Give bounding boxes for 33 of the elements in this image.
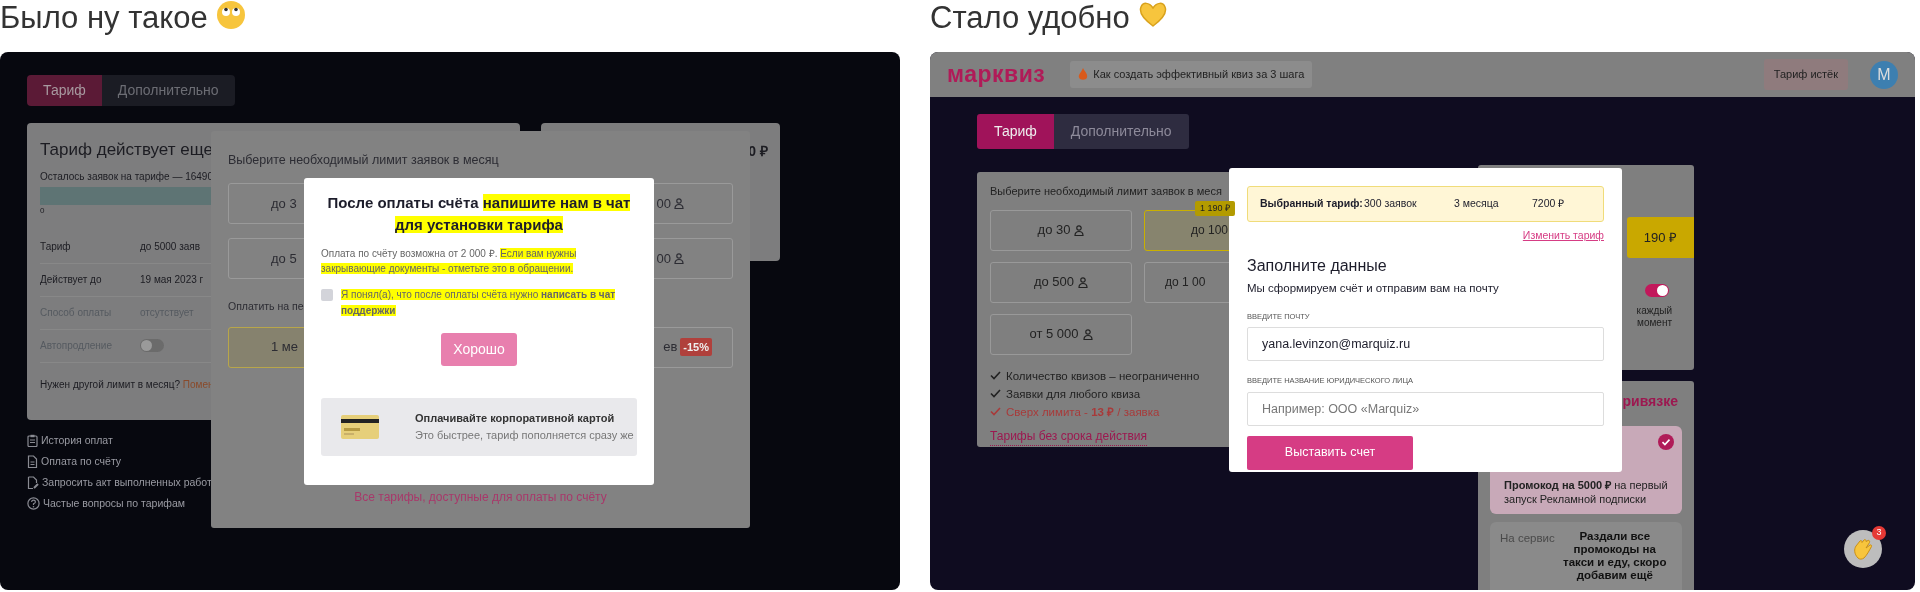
checkbox-label: Я понял(а), что после оплаты счёта нужно написать в чат поддержки	[341, 287, 617, 318]
summary-label: Выбранный тариф:	[1260, 196, 1364, 212]
logo: марквиз	[947, 60, 1046, 90]
caption-text: каждый момент	[1635, 305, 1673, 329]
row-label: Действует до	[40, 273, 103, 287]
card-prompt: Выберите необходимый лимит заявок в меся	[990, 184, 1222, 199]
feature-text: Количество квизов – неограниченно	[1006, 368, 1200, 384]
summary-period: 3 месяца	[1454, 196, 1500, 212]
scale-label: 0	[40, 204, 45, 217]
promo-title: Оплачивайте корпоративной картой	[415, 411, 616, 426]
summary-price: 7200 ₽	[1532, 196, 1565, 212]
dialog-text: Оплата по счёту возможна от 2 000 ₽. Если вам нужны закрывающие документы - отметьте это в обращении.	[321, 246, 578, 276]
heading: Стало удобно	[930, 0, 1130, 36]
row-label: Тариф	[40, 240, 72, 254]
summary-requests: 300 заявок	[1364, 196, 1418, 212]
card-title: Тариф действует еще	[40, 139, 213, 161]
heading: Было ну такое	[0, 0, 208, 36]
price-badge: 1 190 ₽	[1195, 200, 1235, 216]
dialog-title: После оплаты счёта напишите нам в чат для установки тарифа	[326, 193, 632, 235]
row-value: до 5000 заяв	[140, 240, 201, 254]
feature-text: Сверх лимита - 13 ₽ / заявка	[1006, 404, 1160, 420]
promo-subtitle: Это быстрее, тариф пополняется сразу же	[415, 427, 634, 443]
dialog-prompt: Выберите необходимый лимит заявок в месяц	[228, 152, 499, 169]
discount-badge: -15%	[680, 337, 712, 357]
note-text: Нужен другой лимит в месяц?	[40, 378, 181, 390]
feature-text: Заявки для любого квиза	[1006, 386, 1141, 402]
card-title: ривязке	[1621, 392, 1679, 411]
row-value: 19 мая 2023 г	[140, 273, 204, 287]
pay-prompt: Оплатить на пе	[228, 298, 304, 314]
tip-text: Как создать эффективный квиз за 3 шага	[1093, 67, 1305, 83]
notice-text: Раздали все промокоды на такси и еду, скоро добавим ещё	[1562, 530, 1668, 582]
service-title: На сервис	[1500, 531, 1555, 546]
notification-badge: 3	[1872, 526, 1886, 540]
